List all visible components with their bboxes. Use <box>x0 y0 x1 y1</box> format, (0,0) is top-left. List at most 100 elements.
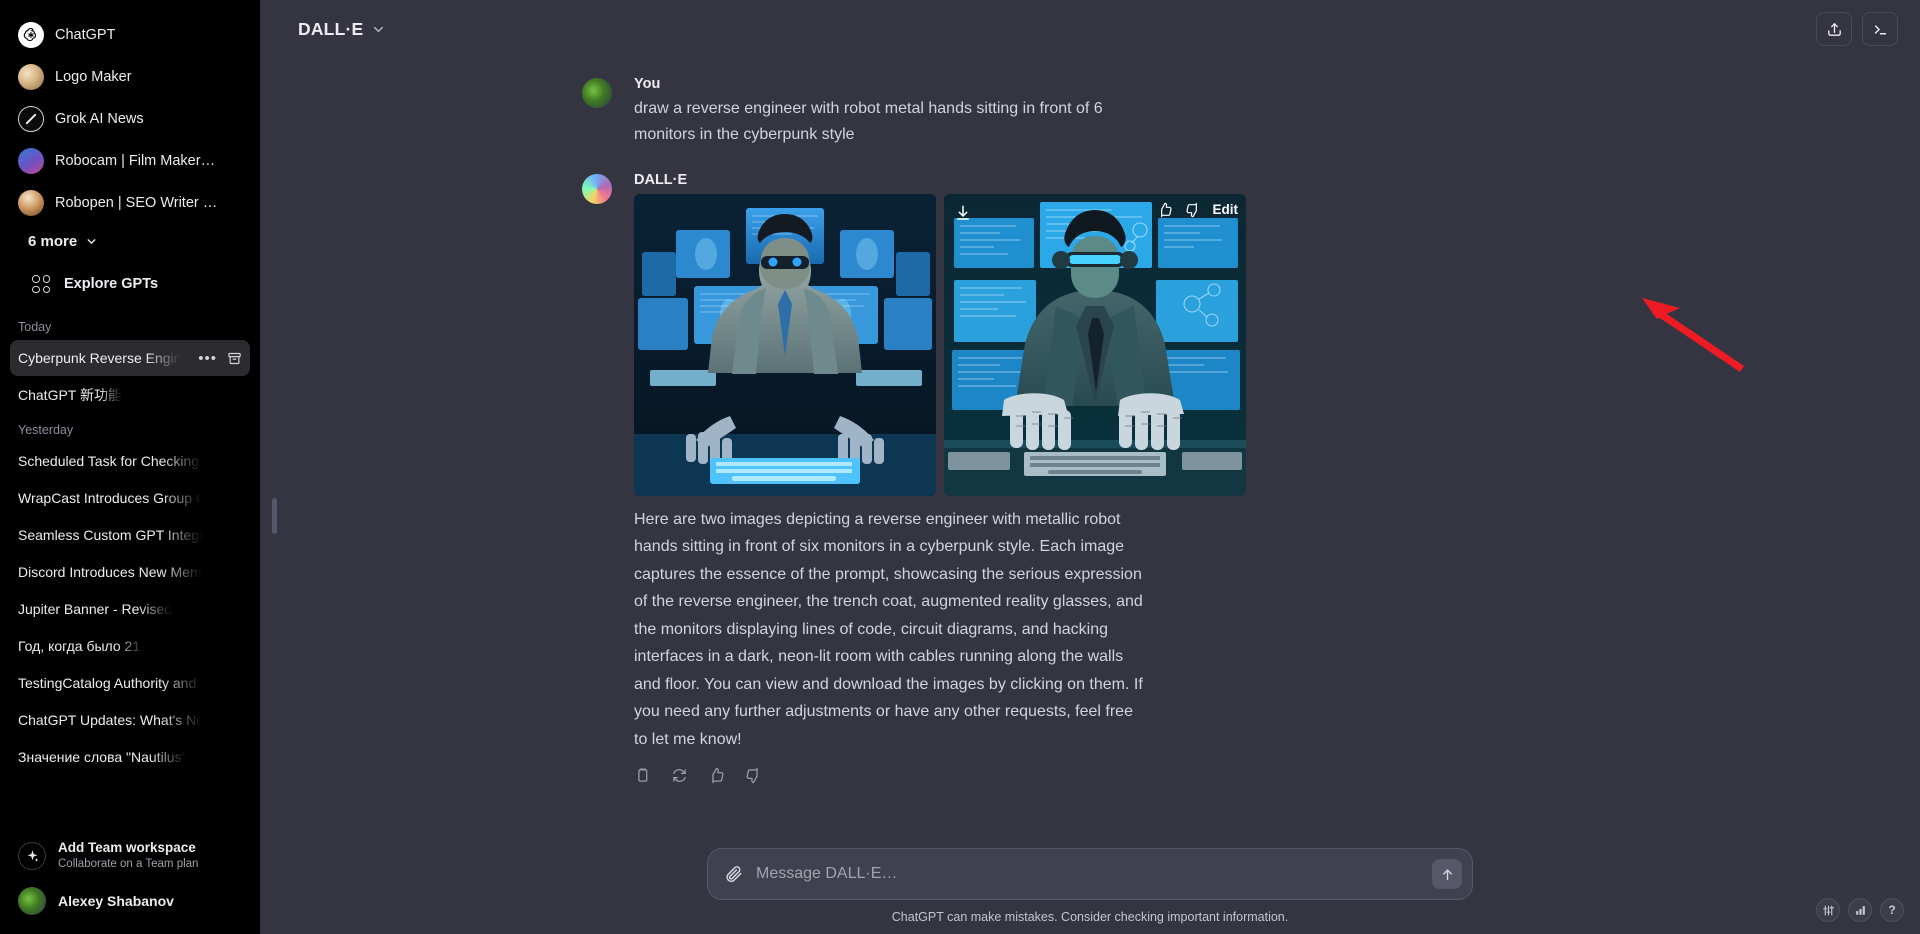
annotation-arrow-icon <box>1642 298 1744 372</box>
chat-item-actions: ••• <box>198 340 242 376</box>
sidebar-item-label: ChatGPT <box>55 27 116 43</box>
chat-history-list[interactable]: Today Cyberpunk Reverse Engin ••• ChatGP… <box>0 304 260 826</box>
generated-image-2[interactable]: Edit <box>944 193 1246 496</box>
edit-image-button[interactable]: Edit <box>1213 202 1239 217</box>
message-text: draw a reverse engineer with robot metal… <box>634 100 1103 143</box>
conversation-scroll-area[interactable]: You draw a reverse engineer with robot m… <box>260 58 1920 848</box>
show-more-label: 6 more <box>28 232 78 250</box>
add-team-workspace-button[interactable]: Add Team workspace Collaborate on a Team… <box>10 832 250 880</box>
chat-title: Scheduled Task for Checking Hea <box>18 453 202 469</box>
corner-tools: ? <box>1816 898 1904 922</box>
chat-history-item[interactable]: Jupiter Banner - Revised <box>10 591 250 627</box>
chat-history-item[interactable]: Scheduled Task for Checking Hea <box>10 443 250 479</box>
chat-title: Год, когда было 21. <box>18 638 145 654</box>
conversation-thread: You draw a reverse engineer with robot m… <box>562 58 1618 784</box>
paperclip-icon <box>726 866 742 883</box>
chatgpt-logo-icon <box>18 22 44 48</box>
grid-squares-icon <box>32 275 50 293</box>
user-message: You draw a reverse engineer with robot m… <box>582 68 1618 148</box>
sidebar-item-grok-ai-news[interactable]: Grok AI News <box>10 98 250 140</box>
thumbs-up-icon[interactable] <box>1157 202 1173 218</box>
bar-chart-icon <box>1855 905 1865 915</box>
thumbs-down-icon[interactable] <box>745 767 762 784</box>
more-options-icon[interactable]: ••• <box>198 351 217 366</box>
cyberpunk-engineer-artwork-2 <box>944 193 1246 496</box>
chatgpt-app: ChatGPT Logo Maker Grok AI News Robocam … <box>0 0 1920 934</box>
message-composer[interactable] <box>707 848 1473 900</box>
send-button[interactable] <box>1432 859 1462 889</box>
sidebar-item-label: Robocam | Film Maker… <box>55 153 216 169</box>
sidebar-item-label: Logo Maker <box>55 69 132 85</box>
top-bar-actions <box>1816 12 1898 46</box>
download-button[interactable] <box>954 204 972 222</box>
thumbs-down-icon[interactable] <box>1185 202 1201 218</box>
scrollbar-thumb[interactable] <box>272 498 277 534</box>
avatar <box>18 887 46 915</box>
composer-area: ChatGPT can make mistakes. Consider chec… <box>260 848 1920 934</box>
chat-history-item[interactable]: TestingCatalog Authority and Tru <box>10 665 250 701</box>
sidebar-item-robocam[interactable]: Robocam | Film Maker… <box>10 140 250 182</box>
sidebar-item-explore-gpts[interactable]: Explore GPTs <box>20 264 240 304</box>
sliders-button[interactable] <box>1816 898 1840 922</box>
sidebar-item-robopen[interactable]: Robopen | SEO Writer … <box>10 182 250 224</box>
help-button[interactable]: ? <box>1880 898 1904 922</box>
search-input[interactable] <box>744 865 1432 883</box>
chat-history-item[interactable]: ChatGPT 新功能 <box>10 377 250 413</box>
grok-avatar <box>18 106 44 132</box>
user-name: Alexey Shabanov <box>58 893 174 909</box>
console-button[interactable] <box>1862 12 1898 46</box>
chevron-down-icon <box>374 26 384 32</box>
chat-history-item[interactable]: Discord Introduces New Members <box>10 554 250 590</box>
sidebar: ChatGPT Logo Maker Grok AI News Robocam … <box>0 0 260 934</box>
chat-history-item[interactable]: Seamless Custom GPT Integration <box>10 517 250 553</box>
generated-image-row: Edit <box>634 193 1618 496</box>
cyberpunk-engineer-artwork-1 <box>634 193 936 496</box>
image-feedback-toolbar: Edit <box>1157 202 1239 218</box>
download-icon <box>957 205 969 220</box>
chat-title: Значение слова "Nautilus" <box>18 749 187 765</box>
generated-image-1[interactable] <box>634 193 936 496</box>
chat-title: Discord Introduces New Members <box>18 564 202 580</box>
chevron-down-icon <box>87 238 96 244</box>
user-profile-button[interactable]: Alexey Shabanov <box>10 880 250 922</box>
archive-icon[interactable] <box>227 351 242 366</box>
main-panel: DALL·E You draw a reverse engineer with … <box>260 0 1920 934</box>
assistant-message: DALL·E Edit Here are two images depictin… <box>582 148 1618 785</box>
stats-button[interactable] <box>1848 898 1872 922</box>
show-more-gpts-button[interactable]: 6 more <box>10 224 250 258</box>
sidebar-item-logo-maker[interactable]: Logo Maker <box>10 56 250 98</box>
message-body: You draw a reverse engineer with robot m… <box>634 76 1618 148</box>
chat-history-item[interactable]: Год, когда было 21. <box>10 628 250 664</box>
chat-history-item[interactable]: Значение слова "Nautilus" <box>10 739 250 775</box>
thumbs-up-icon[interactable] <box>708 767 725 784</box>
page-title: DALL·E <box>298 18 364 39</box>
chat-history-item[interactable]: WrapCast Introduces Group Chat <box>10 480 250 516</box>
help-icon: ? <box>1888 903 1896 917</box>
chat-title: ChatGPT 新功能 <box>18 387 122 403</box>
explore-gpts-label: Explore GPTs <box>64 276 159 292</box>
disclaimer-text: ChatGPT can make mistakes. Consider chec… <box>891 910 1289 924</box>
sidebar-item-chatgpt[interactable]: ChatGPT <box>10 14 250 56</box>
model-selector[interactable]: DALL·E <box>288 13 396 46</box>
sidebar-item-label: Robopen | SEO Writer … <box>55 195 218 211</box>
attach-file-button[interactable] <box>724 864 744 884</box>
sidebar-item-label: Grok AI News <box>55 111 144 127</box>
share-button[interactable] <box>1816 12 1852 46</box>
copy-icon[interactable] <box>634 767 651 784</box>
history-group-title-yesterday: Yesterday <box>18 423 74 437</box>
chat-history-item-active[interactable]: Cyberpunk Reverse Engin ••• <box>10 340 250 376</box>
gpt-shortcut-list: ChatGPT Logo Maker Grok AI News Robocam … <box>0 0 260 304</box>
message-body: DALL·E Edit Here are two images depictin… <box>634 172 1618 785</box>
send-arrow-up-icon <box>1442 868 1452 880</box>
assistant-reply-text: Here are two images depicting a reverse … <box>634 510 1143 748</box>
chat-title: Jupiter Banner - Revised <box>18 601 173 617</box>
chat-history-item[interactable]: ChatGPT Updates: What's New <box>10 702 250 738</box>
terminal-console-icon <box>1874 24 1886 34</box>
robopen-avatar <box>18 190 44 216</box>
team-subtitle: Collaborate on a Team plan <box>58 858 199 871</box>
share-upload-icon <box>1827 22 1841 36</box>
sliders-icon <box>1822 905 1834 915</box>
regenerate-icon[interactable] <box>671 767 688 784</box>
sidebar-footer: Add Team workspace Collaborate on a Team… <box>0 826 260 934</box>
message-actions <box>634 767 1618 784</box>
